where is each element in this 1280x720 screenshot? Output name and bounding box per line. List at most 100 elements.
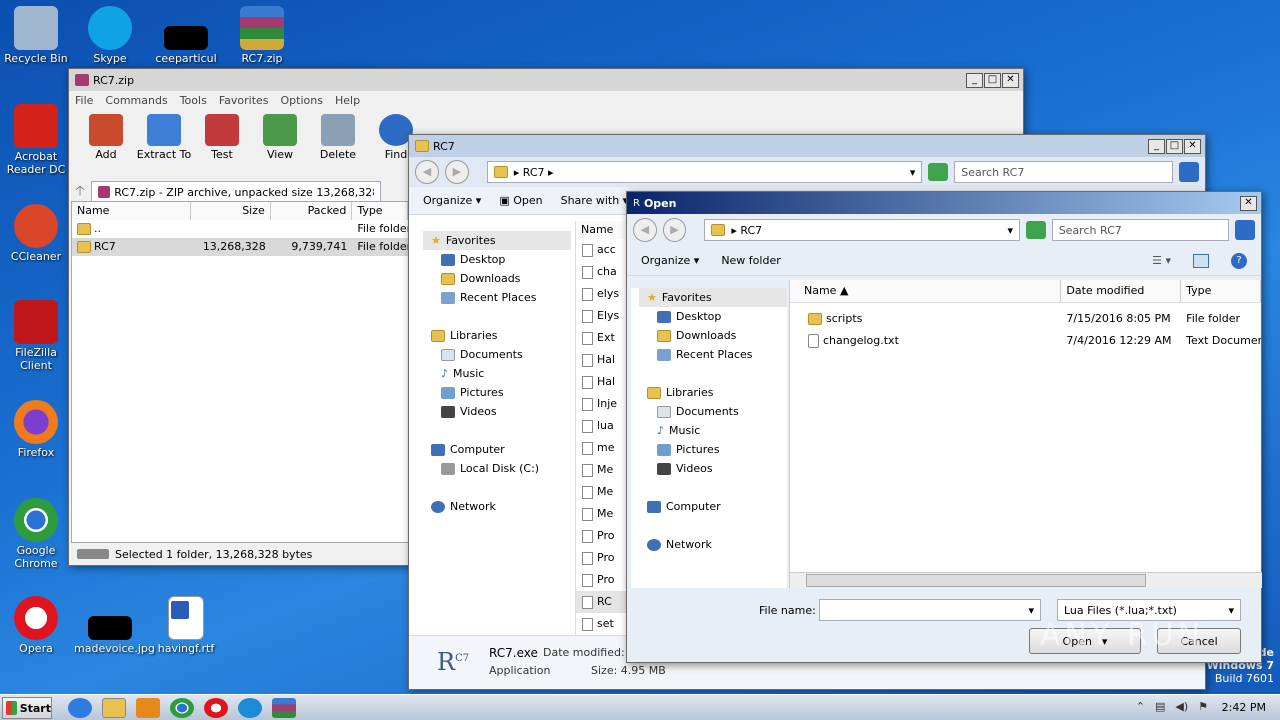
scrollbar-thumb[interactable] [806,574,1146,587]
search-icon[interactable] [1235,220,1256,240]
nav-network[interactable]: Network [647,535,787,554]
menu-options[interactable]: Options [281,94,323,107]
open-dialog-address-bar[interactable]: ▸ RC7 ▾ [704,219,1020,241]
clock[interactable]: 2:42 PM [1222,701,1266,714]
nav-pictures[interactable]: Pictures [431,383,571,402]
view-button[interactable]: View [251,114,309,176]
share-with-button[interactable]: Share with ▾ [561,194,629,207]
column-name[interactable]: Name ▲ [790,280,1062,302]
menu-file[interactable]: File [75,94,93,107]
nav-downloads[interactable]: Downloads [431,269,571,288]
open-button[interactable]: ▣ Open [499,194,542,207]
nav-favorites[interactable]: ★ Favorites [639,288,787,307]
search-icon[interactable] [1179,162,1199,182]
nav-network[interactable]: Network [431,497,571,516]
back-button[interactable]: ◀ [633,218,657,242]
preview-pane-icon[interactable] [1193,253,1209,268]
nav-pictures[interactable]: Pictures [647,440,787,459]
close-button[interactable]: ✕ [1002,72,1019,88]
explorer-taskbar-icon[interactable] [102,698,126,718]
desktop-icon-ccleaner[interactable]: CCleaner [0,204,72,263]
menu-tools[interactable]: Tools [180,94,207,107]
network-tray-icon[interactable]: ▤ [1155,700,1165,713]
nav-desktop[interactable]: Desktop [431,250,571,269]
menu-commands[interactable]: Commands [105,94,167,107]
minimize-button[interactable]: _ [1148,138,1165,154]
desktop-icon-skype[interactable]: Skype [74,6,146,65]
file-name-input[interactable]: ▾ [819,599,1041,621]
desktop-icon-rc7-zip[interactable]: RC7.zip [226,6,298,65]
file-row-rc7[interactable]: RC7 13,268,328 9,739,741 File folder [72,238,408,256]
start-button[interactable]: Start [2,697,52,719]
desktop-icon-acrobat[interactable]: Acrobat Reader DC [0,104,72,176]
close-button[interactable]: ✕ [1184,138,1201,154]
maximize-button[interactable]: □ [1166,138,1183,154]
menu-help[interactable]: Help [335,94,360,107]
column-name[interactable]: Name [72,202,192,220]
flag-icon[interactable]: ⚑ [1198,700,1208,713]
opera-taskbar-icon[interactable] [204,698,228,718]
open-dialog-search-input[interactable]: Search RC7 [1051,219,1230,241]
nav-recent-places[interactable]: Recent Places [647,345,787,364]
nav-libraries[interactable]: Libraries [431,326,571,345]
nav-videos[interactable]: Videos [431,402,571,421]
desktop-icon-ceeparticul[interactable]: ceeparticul [150,6,222,65]
nav-recent-places[interactable]: Recent Places [431,288,571,307]
help-icon[interactable]: ? [1231,252,1247,269]
edge-taskbar-icon[interactable] [238,698,262,718]
desktop-icon-firefox[interactable]: Firefox [0,400,72,459]
nav-computer[interactable]: Computer [647,497,787,516]
nav-libraries[interactable]: Libraries [647,383,787,402]
column-date-modified[interactable]: Date modified [1061,280,1182,302]
close-button[interactable]: ✕ [1240,195,1257,211]
maximize-button[interactable]: □ [984,72,1001,88]
file-row-changelog[interactable]: changelog.txt 7/4/2016 12:29 AM Text Doc… [790,330,1261,352]
explorer-search-input[interactable]: Search RC7 [954,161,1174,183]
file-row-parent[interactable]: .. File folder [72,220,408,238]
forward-button[interactable]: ▶ [662,218,687,242]
horizontal-scrollbar[interactable] [790,572,1262,588]
menu-favorites[interactable]: Favorites [219,94,269,107]
desktop-icon-madevoice[interactable]: madevoice.jpg [74,596,155,655]
desktop-icon-havingf[interactable]: havingf.rtf [150,596,222,655]
file-row-scripts[interactable]: scripts 7/15/2016 8:05 PM File folder [790,308,1261,330]
explorer-address-bar[interactable]: ▸ RC7 ▸ ▾ [486,161,923,183]
chrome-taskbar-icon[interactable] [170,698,194,718]
nav-music[interactable]: ♪ Music [431,364,571,383]
add-button[interactable]: Add [77,114,135,176]
column-packed[interactable]: Packed [270,202,353,220]
nav-videos[interactable]: Videos [647,459,787,478]
desktop-icon-filezilla[interactable]: FileZilla Client [0,300,72,372]
nav-local-disk[interactable]: Local Disk (C:) [431,459,571,478]
nav-documents[interactable]: Documents [647,402,787,421]
desktop-icon-opera[interactable]: Opera [0,596,72,655]
refresh-icon[interactable] [928,163,949,181]
forward-button[interactable]: ▶ [444,160,469,184]
show-hidden-icons[interactable]: ⌃ [1136,700,1145,713]
view-options-icon[interactable]: ☰ ▾ [1152,254,1171,267]
organize-button[interactable]: Organize ▾ [641,254,699,267]
organize-button[interactable]: Organize ▾ [423,194,481,207]
delete-button[interactable]: Delete [309,114,367,176]
column-size[interactable]: Size [191,202,271,220]
ie-icon[interactable] [68,698,92,718]
nav-computer[interactable]: Computer [431,440,571,459]
winrar-address-bar[interactable]: RC7.zip - ZIP archive, unpacked size 13,… [91,181,382,203]
test-button[interactable]: Test [193,114,251,176]
column-type[interactable]: Type [1181,280,1261,302]
winrar-titlebar[interactable]: RC7.zip _ □ ✕ [69,69,1023,91]
media-player-icon[interactable] [136,698,160,718]
nav-favorites[interactable]: ★ Favorites [423,231,571,250]
winrar-taskbar-icon[interactable] [272,698,296,718]
new-folder-button[interactable]: New folder [721,254,780,267]
explorer-titlebar[interactable]: RC7 _ □ ✕ [409,135,1205,157]
back-button[interactable]: ◀ [415,160,439,184]
refresh-icon[interactable] [1025,221,1046,239]
extract-to-button[interactable]: Extract To [135,114,193,176]
desktop-icon-recycle-bin[interactable]: Recycle Bin [0,6,72,65]
nav-music[interactable]: ♪ Music [647,421,787,440]
column-type[interactable]: Type [352,202,408,220]
volume-icon[interactable]: ◀) [1175,700,1188,713]
minimize-button[interactable]: _ [966,72,983,88]
desktop-icon-chrome[interactable]: Google Chrome [0,498,72,570]
